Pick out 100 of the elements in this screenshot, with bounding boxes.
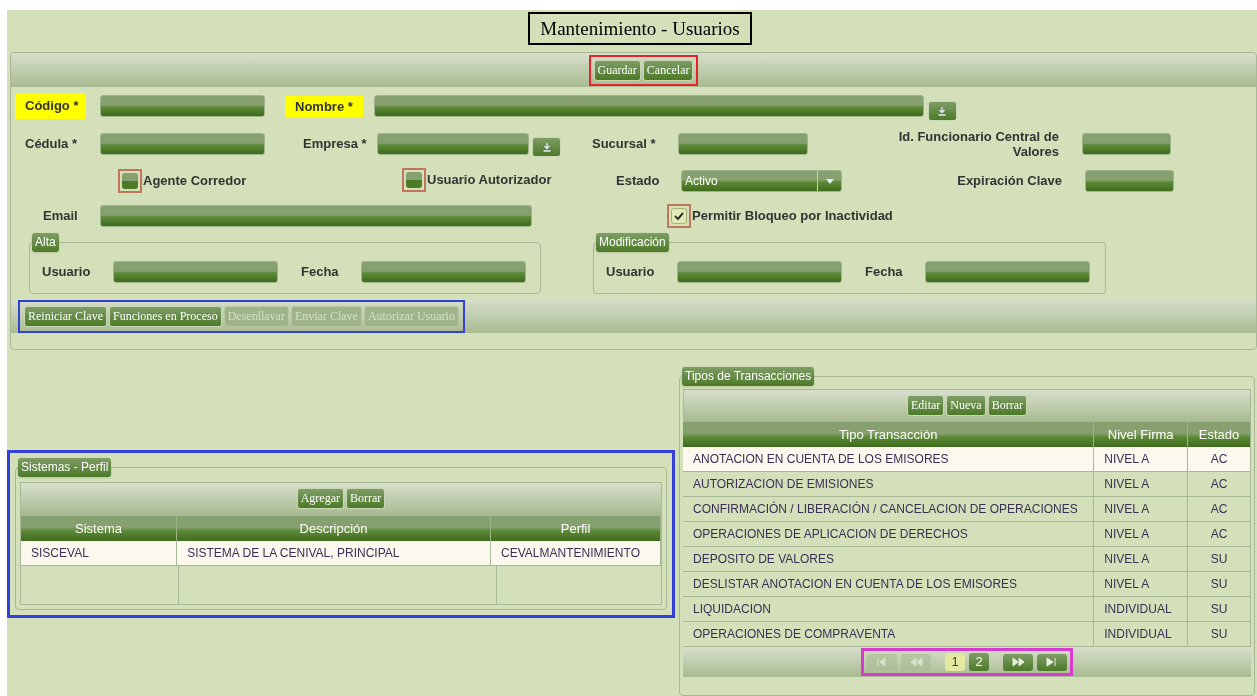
table-cell: SISTEMA DE LA CENIVAL, PRINCIPAL (177, 541, 492, 565)
table-cell: AC (1188, 497, 1251, 521)
fieldset-legend: Sistemas - Perfil (18, 458, 112, 477)
page-button[interactable]: 2 (969, 653, 989, 671)
dropdown-arrow-icon (825, 178, 834, 184)
pager-button[interactable] (1037, 653, 1067, 671)
column-header: Perfil (491, 516, 661, 541)
table-cell: OPERACIONES DE APLICACION DE DERECHOS (683, 522, 1095, 546)
field-label: Sucursal * (592, 135, 657, 154)
field-label: Usuario (606, 263, 656, 282)
table-cell: SISCEVAL (21, 541, 178, 565)
checkbox-label: Permitir Bloqueo por Inactividad (692, 207, 893, 226)
text-field[interactable] (113, 261, 278, 283)
select-field[interactable]: Activo (681, 170, 842, 192)
table-cell: ANOTACION EN CUENTA DE LOS EMISORES (683, 447, 1095, 471)
table-row[interactable]: SISCEVAL SISTEMA DE LA CENIVAL, PRINCIPAL CEVALMANTENIMIENTO (21, 541, 661, 566)
field-label: Id. Funcionario Central de Valores (897, 129, 1059, 159)
dropdown-button[interactable] (927, 101, 957, 121)
field-label: Estado (616, 172, 661, 191)
toolbar-button[interactable]: Guardar (593, 59, 641, 81)
table-row[interactable]: LIQUIDACION INDIVIDUAL SU (683, 597, 1251, 622)
column-header: Sistema (21, 516, 178, 541)
text-field[interactable] (100, 205, 532, 227)
table-cell: SU (1188, 572, 1251, 596)
table-cell: NIVEL A (1094, 447, 1189, 471)
pager-button[interactable] (1003, 653, 1033, 671)
dropdown-button[interactable] (532, 137, 561, 157)
text-field[interactable] (678, 133, 808, 155)
column-header: Nivel Firma (1094, 422, 1189, 447)
table-cell: CEVALMANTENIMIENTO (491, 541, 661, 565)
table-cell: INDIVIDUAL (1094, 622, 1189, 646)
toolbar-button[interactable]: Cancelar (642, 59, 694, 81)
table-cell: LIQUIDACION (683, 597, 1095, 621)
text-field[interactable] (100, 95, 265, 117)
toolbar-button[interactable]: Borrar (987, 395, 1027, 416)
field-label: Nombre * (285, 96, 363, 117)
field-label: Código * (15, 93, 86, 119)
check-icon (674, 212, 684, 220)
table-cell: SU (1188, 597, 1251, 621)
table-cell: AC (1188, 447, 1251, 471)
table-cell: AUTORIZACION DE EMISIONES (683, 472, 1095, 496)
toolbar-button[interactable]: Editar (907, 395, 945, 416)
text-field[interactable] (1082, 133, 1171, 155)
text-field[interactable] (377, 133, 529, 155)
column-header: Estado (1188, 422, 1251, 447)
last-page-icon (1045, 657, 1059, 667)
fieldset-legend: Modificación (596, 233, 669, 252)
toolbar-button[interactable]: Reiniciar Clave (24, 305, 107, 327)
download-icon (542, 142, 551, 152)
table-cell: AC (1188, 522, 1251, 546)
table-row[interactable]: DEPOSITO DE VALORES NIVEL A SU (683, 547, 1251, 572)
fieldset-legend: Alta (32, 233, 59, 252)
field-label: Empresa * (303, 135, 368, 154)
table-cell: NIVEL A (1094, 522, 1189, 546)
table-cell: DEPOSITO DE VALORES (683, 547, 1095, 571)
toolbar-button[interactable]: Borrar (346, 488, 386, 509)
text-field[interactable] (677, 261, 842, 283)
text-field[interactable] (361, 261, 526, 283)
download-icon (938, 106, 947, 116)
column-header: Descripción (177, 516, 492, 541)
prev-page-icon (909, 657, 923, 667)
table-row[interactable]: ANOTACION EN CUENTA DE LOS EMISORES NIVEL A AC (683, 447, 1251, 472)
table-cell: INDIVIDUAL (1094, 597, 1189, 621)
fieldset-legend: Tipos de Transacciones (682, 367, 815, 386)
table-cell: DESLISTAR ANOTACION EN CUENTA DE LOS EMISORES (683, 572, 1095, 596)
column-header: Tipo Transacción (683, 422, 1095, 447)
table-cell: NIVEL A (1094, 572, 1189, 596)
table-cell: CONFIRMACIÓN / LIBERACIÓN / CANCELACION DE OPERACIONES (683, 497, 1095, 521)
field-label: Cédula * (25, 135, 78, 154)
table-cell: AC (1188, 472, 1251, 496)
toolbar-button[interactable]: Nueva (946, 395, 986, 416)
table-cell: OPERACIONES DE COMPRAVENTA (683, 622, 1095, 646)
first-page-icon (875, 657, 889, 667)
table-row[interactable]: DESLISTAR ANOTACION EN CUENTA DE LOS EMISORES NIVEL A SU (683, 572, 1251, 597)
page-button[interactable]: 1 (945, 653, 965, 671)
text-field[interactable] (925, 261, 1090, 283)
table-row[interactable]: OPERACIONES DE COMPRAVENTA INDIVIDUAL SU (683, 622, 1251, 647)
table-row[interactable]: OPERACIONES DE APLICACION DE DERECHOS NIVEL A AC (683, 522, 1251, 547)
field-label: Usuario (42, 263, 92, 282)
table-cell: NIVEL A (1094, 497, 1189, 521)
field-label: Expiración Clave (956, 172, 1062, 191)
select-value: Activo (684, 173, 719, 190)
text-field[interactable] (1085, 170, 1174, 192)
table-row[interactable]: CONFIRMACIÓN / LIBERACIÓN / CANCELACION DE OPERACIONES NIVEL A AC (683, 497, 1251, 522)
field-label: Email (43, 207, 79, 226)
field-label: Fecha (301, 263, 340, 282)
checkbox-label: Agente Corredor (143, 172, 247, 191)
table-cell: NIVEL A (1094, 472, 1189, 496)
table-cell: SU (1188, 622, 1251, 646)
checkbox-label: Usuario Autorizador (427, 171, 552, 190)
toolbar-button[interactable]: Funciones en Proceso (109, 305, 222, 327)
text-field[interactable] (100, 133, 265, 155)
table-cell: NIVEL A (1094, 547, 1189, 571)
text-field[interactable] (373, 95, 924, 117)
table-row[interactable]: AUTORIZACION DE EMISIONES NIVEL A AC (683, 472, 1251, 497)
next-page-icon (1011, 657, 1025, 667)
toolbar-button[interactable]: Agregar (296, 488, 344, 509)
page-title: Mantenimiento - Usuarios (528, 12, 752, 45)
table-cell: SU (1188, 547, 1251, 571)
field-label: Fecha (865, 263, 904, 282)
